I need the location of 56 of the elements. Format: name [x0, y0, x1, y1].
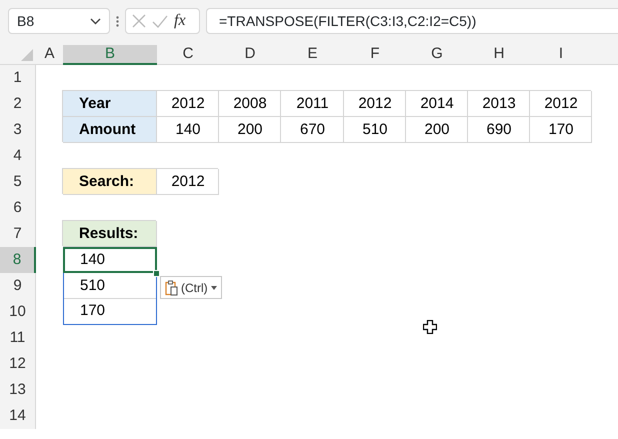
clipboard-icon: [165, 280, 178, 296]
row-header[interactable]: 9: [0, 273, 36, 299]
table-cell: 200: [219, 117, 281, 143]
label-cell: Search:: [63, 169, 157, 195]
column-header[interactable]: H: [468, 45, 530, 65]
label-cell: Results:: [63, 221, 157, 247]
result-cell: 510: [63, 273, 157, 299]
row-header[interactable]: 2: [0, 91, 36, 117]
table-cell: 200: [406, 117, 468, 143]
column-header[interactable]: C: [157, 45, 219, 65]
fill-handle[interactable]: [153, 270, 160, 277]
table-cell: 2011: [281, 91, 344, 117]
row-header[interactable]: 12: [0, 351, 36, 377]
column-header[interactable]: A: [36, 45, 63, 65]
row-header[interactable]: 8: [0, 247, 36, 273]
column-header[interactable]: D: [219, 45, 281, 65]
row-header[interactable]: 14: [0, 403, 36, 429]
insert-function-button[interactable]: fx: [174, 9, 186, 33]
result-cell: 170: [63, 299, 157, 325]
table-cell: 2012: [157, 91, 219, 117]
row-header[interactable]: 3: [0, 117, 36, 143]
row-header[interactable]: 1: [0, 65, 36, 91]
label-cell: Amount: [63, 117, 157, 143]
table-cell: 2014: [406, 91, 468, 117]
check-icon[interactable]: [152, 14, 168, 28]
table-cell: 140: [157, 117, 219, 143]
row-header[interactable]: 11: [0, 325, 36, 351]
formula-field[interactable]: =TRANSPOSE(FILTER(C3:I3,C2:I2=C5)): [206, 8, 618, 34]
table-cell: 670: [281, 117, 344, 143]
column-header[interactable]: E: [281, 45, 344, 65]
row-header[interactable]: 4: [0, 143, 36, 169]
column-header[interactable]: I: [530, 45, 592, 65]
caret-icon: [210, 286, 217, 290]
row-header[interactable]: 6: [0, 195, 36, 221]
row-header[interactable]: 10: [0, 299, 36, 325]
label-cell: Year: [63, 91, 157, 117]
paste-options-button[interactable]: (Ctrl): [160, 276, 222, 299]
cell-reference: B8: [17, 12, 34, 30]
name-box[interactable]: B8: [8, 8, 110, 34]
drag-handle-icon[interactable]: [116, 16, 119, 27]
table-cell: 2012: [157, 169, 219, 195]
column-header[interactable]: B: [63, 45, 157, 65]
row-header[interactable]: 13: [0, 377, 36, 403]
row-header[interactable]: 7: [0, 221, 36, 247]
table-cell: 510: [344, 117, 406, 143]
column-header[interactable]: G: [406, 45, 468, 65]
table-cell: 170: [530, 117, 592, 143]
table-cell: 690: [468, 117, 530, 143]
table-cell: 2013: [468, 91, 530, 117]
table-cell: 2012: [530, 91, 592, 117]
table-cell: 2008: [219, 91, 281, 117]
cross-cursor-icon: [423, 320, 437, 334]
dropdown-icon[interactable]: [90, 18, 101, 24]
table-cell: 2012: [344, 91, 406, 117]
row-header[interactable]: 5: [0, 169, 36, 195]
column-header[interactable]: F: [344, 45, 406, 65]
